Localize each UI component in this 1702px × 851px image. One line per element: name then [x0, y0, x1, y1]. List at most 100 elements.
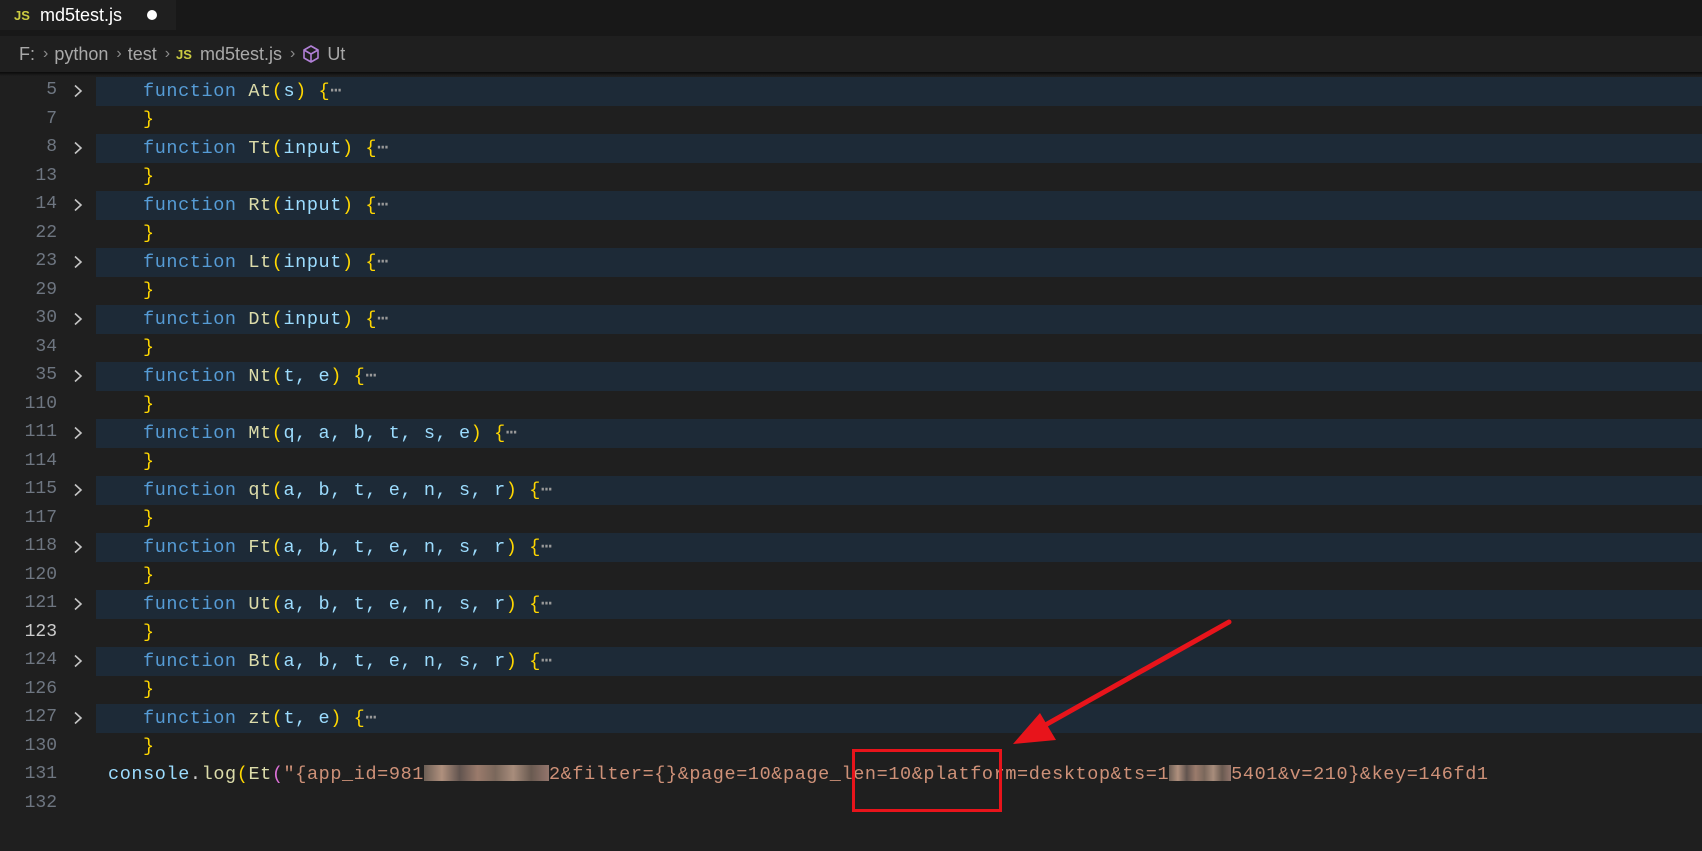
console-log-line: console.log(Et("{app_id=981 2&filter={}&p…	[108, 764, 1489, 785]
chevron-right-icon[interactable]	[71, 597, 85, 611]
chevron-right-icon[interactable]	[71, 369, 85, 383]
folded-ellipsis-icon[interactable]: ⋯	[541, 480, 553, 501]
keyword: function	[143, 195, 237, 216]
line-number: 110	[24, 393, 57, 414]
chevron-right-icon[interactable]	[71, 84, 85, 98]
keyword: function	[143, 252, 237, 273]
function-signature: function qt(a, b, t, e, n, s, r) {⋯	[143, 479, 553, 501]
keyword: function	[143, 651, 237, 672]
chevron-right-icon[interactable]	[71, 255, 85, 269]
code-line[interactable]: 121 function Ut(a, b, t, e, n, s, r) {⋯	[0, 590, 1702, 619]
chevron-right-icon[interactable]	[71, 198, 85, 212]
folded-ellipsis-icon[interactable]: ⋯	[365, 708, 377, 729]
code-line[interactable]: 35 function Nt(t, e) {⋯	[0, 362, 1702, 391]
folded-ellipsis-icon[interactable]: ⋯	[541, 537, 553, 558]
breadcrumb-folder-test[interactable]: test	[128, 44, 157, 65]
line-number: 115	[24, 479, 57, 499]
breadcrumb: F: › python › test › JS md5test.js › Ut	[0, 36, 1702, 72]
parameters: input	[283, 138, 342, 159]
code-line[interactable]: 117}	[0, 505, 1702, 534]
code-line[interactable]: 131 console.log(Et("{app_id=981 2&filter={…	[0, 761, 1702, 790]
line-number: 131	[24, 764, 57, 784]
closing-brace: }	[143, 393, 155, 415]
line-number: 118	[24, 536, 57, 556]
code-editor[interactable]: 5 function At(s) {⋯ 7} 8 function Tt(input) …	[0, 72, 1702, 851]
code-line[interactable]: 127 function zt(t, e) {⋯	[0, 704, 1702, 733]
javascript-file-icon: JS	[14, 7, 30, 23]
code-line[interactable]: 30 function Dt(input) {⋯	[0, 305, 1702, 334]
paren: (	[271, 480, 284, 501]
closing-brace: }	[143, 108, 155, 130]
breadcrumb-folder-python[interactable]: python	[54, 44, 108, 65]
folded-ellipsis-icon[interactable]: ⋯	[330, 81, 342, 102]
chevron-right-icon[interactable]	[71, 654, 85, 668]
paren: )	[341, 252, 354, 273]
chevron-right-icon[interactable]	[71, 426, 85, 440]
code-line[interactable]: 8 function Tt(input) {⋯	[0, 134, 1702, 163]
function-name: Lt	[248, 252, 272, 273]
code-line[interactable]: 34}	[0, 334, 1702, 363]
paren: (	[271, 309, 284, 330]
paren: (	[271, 594, 284, 615]
breadcrumb-drive[interactable]: F:	[19, 44, 35, 65]
chevron-right-icon[interactable]	[71, 540, 85, 554]
closing-brace: }	[143, 222, 155, 244]
code-line[interactable]: 120}	[0, 562, 1702, 591]
folded-ellipsis-icon[interactable]: ⋯	[377, 252, 389, 273]
code-line[interactable]: 13}	[0, 163, 1702, 192]
code-line[interactable]: 114}	[0, 448, 1702, 477]
brace: {	[529, 480, 541, 501]
parameters: t, e	[283, 366, 331, 387]
function-name: Ft	[248, 537, 272, 558]
line-number: 127	[24, 707, 57, 727]
code-line[interactable]: 124 function Bt(a, b, t, e, n, s, r) {⋯	[0, 647, 1702, 676]
chevron-right-icon: ›	[164, 45, 171, 62]
code-line[interactable]: 123}	[0, 619, 1702, 648]
line-number: 35	[35, 365, 57, 385]
brace: {	[353, 366, 366, 387]
function-signature: function Rt(input) {⋯	[143, 194, 389, 216]
code-line[interactable]: 23 function Lt(input) {⋯	[0, 248, 1702, 277]
code-line[interactable]: 29}	[0, 277, 1702, 306]
chevron-right-icon[interactable]	[71, 711, 85, 725]
code-line[interactable]: 126}	[0, 676, 1702, 705]
brace: {	[529, 537, 541, 558]
code-line[interactable]: 5 function At(s) {⋯	[0, 77, 1702, 106]
folded-ellipsis-icon[interactable]: ⋯	[541, 594, 553, 615]
code-line[interactable]: 7}	[0, 106, 1702, 135]
paren: )	[330, 366, 342, 387]
parameters: input	[283, 309, 342, 330]
breadcrumb-symbol[interactable]: Ut	[327, 44, 345, 65]
console-object: console	[108, 764, 190, 785]
code-line[interactable]: 132	[0, 790, 1702, 819]
code-line[interactable]: 22}	[0, 220, 1702, 249]
folded-ellipsis-icon[interactable]: ⋯	[377, 138, 389, 159]
closing-brace: }	[143, 678, 155, 700]
code-line[interactable]: 110}	[0, 391, 1702, 420]
function-signature: function Lt(input) {⋯	[143, 251, 389, 273]
tab-md5test[interactable]: JS md5test.js	[0, 0, 176, 30]
breadcrumb-file[interactable]: md5test.js	[200, 44, 282, 65]
line-number: 132	[24, 792, 57, 813]
folded-ellipsis-icon[interactable]: ⋯	[541, 651, 553, 672]
code-line[interactable]: 14 function Rt(input) {⋯	[0, 191, 1702, 220]
unsaved-dot-icon[interactable]	[147, 10, 157, 20]
code-line[interactable]: 130}	[0, 733, 1702, 762]
folded-ellipsis-icon[interactable]: ⋯	[365, 366, 377, 387]
function-name: Rt	[248, 195, 272, 216]
folded-ellipsis-icon[interactable]: ⋯	[377, 195, 389, 216]
line-number: 7	[46, 108, 57, 129]
chevron-right-icon[interactable]	[71, 312, 85, 326]
code-line[interactable]: 118 function Ft(a, b, t, e, n, s, r) {⋯	[0, 533, 1702, 562]
chevron-right-icon[interactable]	[71, 141, 85, 155]
chevron-right-icon[interactable]	[71, 483, 85, 497]
javascript-file-icon: JS	[176, 46, 192, 62]
code-line[interactable]: 115 function qt(a, b, t, e, n, s, r) {⋯	[0, 476, 1702, 505]
code-line[interactable]: 111 function Mt(q, a, b, t, s, e) {⋯	[0, 419, 1702, 448]
line-number: 114	[24, 450, 57, 471]
keyword: function	[143, 309, 237, 330]
function-signature: function Mt(q, a, b, t, s, e) {⋯	[143, 422, 518, 444]
folded-ellipsis-icon[interactable]: ⋯	[377, 309, 389, 330]
paren: (	[271, 537, 284, 558]
folded-ellipsis-icon[interactable]: ⋯	[506, 423, 518, 444]
